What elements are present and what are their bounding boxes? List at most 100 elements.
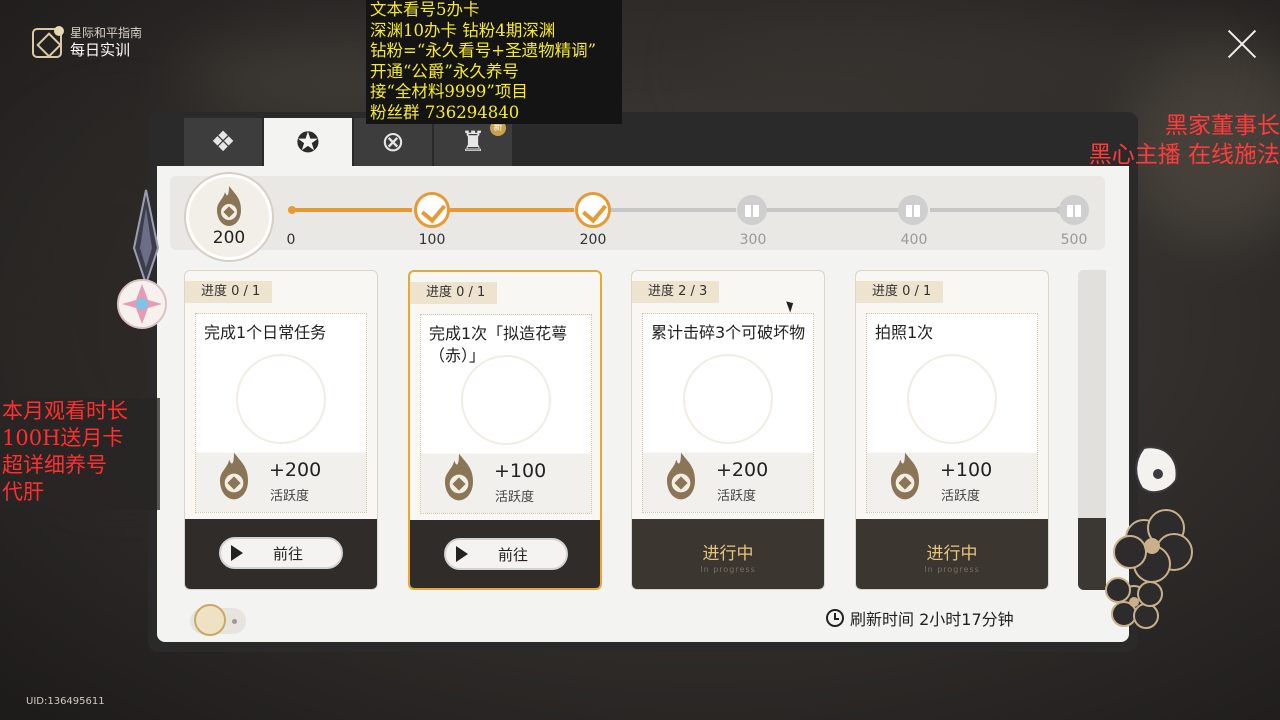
partial-card-footer — [1078, 518, 1106, 590]
go-button[interactable]: 前往 — [219, 537, 343, 569]
milestone-100-claimed-check-icon[interactable] — [414, 192, 450, 228]
progress-segment — [930, 208, 1060, 212]
task-reward-value: +100 — [940, 459, 993, 481]
stream-overlay-title: 黑家董事长 黑心主播 在线施法 — [1060, 112, 1280, 170]
go-button-label: 前往 — [272, 544, 303, 563]
player-uid: UID:136495611 — [26, 696, 105, 707]
task-card-footer: 进行中 In progress — [632, 519, 824, 589]
task-progress: 进度 0 / 1 — [410, 282, 498, 304]
partial-card-body — [1078, 270, 1106, 518]
tab-daily-training[interactable]: ❖ — [184, 118, 262, 166]
close-button[interactable] — [1226, 28, 1258, 60]
task-card[interactable]: 进度 0 / 1 完成1个日常任务 +200 活跃度 前往 — [184, 270, 378, 590]
overlay-line: 黑家董事长 — [1165, 113, 1280, 139]
task-card-partial[interactable] — [1078, 270, 1106, 590]
task-card[interactable]: 进度 2 / 3 累计击碎3个可破坏物 +200 活跃度 进行中 In prog… — [631, 270, 825, 590]
task-progress: 进度 0 / 1 — [185, 281, 273, 303]
compass-badge-icon — [194, 604, 226, 636]
task-progress: 进度 2 / 3 — [632, 281, 720, 303]
go-button-label: 前往 — [497, 545, 528, 564]
task-title: 拍照1次 — [875, 323, 934, 342]
arrow-right-icon — [456, 546, 468, 562]
overlay-line: 本月观看时长 — [2, 399, 128, 423]
task-reward-label: 活跃度 — [941, 489, 981, 504]
page-header: 星际和平指南 每日实训 — [32, 25, 143, 60]
page-title: 每日实训 — [70, 41, 131, 59]
activity-flame-icon — [445, 453, 473, 501]
task-reward-value: +200 — [269, 459, 322, 481]
milestone-500-gift-icon[interactable] — [1059, 195, 1089, 225]
activity-tab-icon: ✪ — [296, 125, 320, 159]
arrow-right-icon — [231, 545, 243, 561]
emblem-watermark-icon — [461, 355, 551, 445]
crystal-ornament-icon — [117, 189, 167, 329]
go-button[interactable]: 前往 — [444, 538, 568, 570]
overlay-line: 黑心主播 在线施法 — [1088, 142, 1280, 168]
milestone-label: 100 — [418, 232, 446, 248]
tab-strength[interactable]: ♜ 新 — [434, 118, 512, 166]
header-subtitle: 星际和平指南 — [70, 26, 143, 40]
guide-book-icon — [32, 25, 64, 58]
tab-bar: ❖ ✪ ⊗ ♜ 新 — [184, 118, 512, 167]
progress-segment — [448, 208, 574, 212]
overlay-line: 深渊10办卡 钻粉4期深渊 — [370, 20, 556, 40]
activity-flame-icon — [217, 186, 241, 226]
overlay-line: 接“全材料9999”项目 — [370, 82, 528, 102]
task-card[interactable]: 进度 0 / 1 拍照1次 +100 活跃度 进行中 In progress — [855, 270, 1049, 590]
task-reward-label: 活跃度 — [717, 489, 757, 504]
activity-flame-icon — [220, 452, 248, 500]
overlay-line: 钻粉=“永久看号+圣遗物精调” — [370, 41, 597, 61]
task-card-selected[interactable]: 进度 0 / 1 完成1次「拟造花萼（赤）」 +100 活跃度 前往 — [408, 270, 602, 590]
overlay-line: 100H送月卡 — [2, 426, 124, 450]
milestone-label: 400 — [900, 232, 928, 248]
strength-tab-icon: ♜ — [460, 125, 486, 158]
current-activity-points: 200 — [212, 228, 246, 248]
task-title: 完成1个日常任务 — [204, 323, 327, 342]
stream-overlay-ad: 文本看号5办卡 深渊10办卡 钻粉4期深渊 钻粉=“永久看号+圣遗物精调” 开通… — [366, 0, 622, 124]
milestone-200-claimed-check-icon[interactable] — [575, 192, 611, 228]
emblem-watermark-icon — [907, 354, 997, 444]
task-card-footer: 前往 — [410, 520, 600, 588]
tab-ability[interactable]: ⊗ — [354, 118, 432, 166]
clock-icon — [826, 609, 844, 627]
milestone-400-gift-icon[interactable] — [898, 195, 928, 225]
overlay-line: 超详细养号 — [2, 453, 107, 477]
in-progress-label: 进行中 — [926, 544, 978, 564]
task-progress: 进度 0 / 1 — [856, 281, 944, 303]
progress-segment — [294, 208, 412, 212]
task-reward-label: 活跃度 — [495, 490, 535, 505]
milestone-300-gift-icon[interactable] — [737, 195, 767, 225]
milestone-label: 500 — [1060, 232, 1088, 248]
in-progress-label: 进行中 — [702, 544, 754, 564]
stream-overlay-promo: 本月观看时长 100H送月卡 超详细养号 代肝 — [0, 398, 160, 510]
pill-dot — [232, 619, 237, 624]
emblem-watermark-icon — [236, 354, 326, 444]
task-title: 完成1次「拟造花萼（赤）」 — [429, 324, 568, 365]
overlay-line: 代肝 — [2, 480, 44, 504]
milestone-label: 300 — [739, 232, 767, 248]
task-reward-value: +200 — [716, 459, 769, 481]
task-card-footer: 前往 — [185, 519, 377, 589]
overlay-line: 开通“公爵”永久养号 — [370, 61, 519, 81]
activity-flame-icon — [891, 452, 919, 500]
refresh-timer: 刷新时间 2小时17分钟 — [826, 606, 1014, 630]
milestone-label: 0 — [286, 232, 296, 248]
overlay-line: 粉丝群 736294840 — [370, 102, 520, 122]
emblem-watermark-icon — [683, 354, 773, 444]
task-reward-value: +100 — [494, 460, 547, 482]
activity-flame-icon — [667, 452, 695, 500]
task-card-footer: 进行中 In progress — [856, 519, 1048, 589]
milestone-label: 200 — [579, 232, 607, 248]
refresh-text: 刷新时间 2小时17分钟 — [850, 610, 1014, 629]
overlay-line: 文本看号5办卡 — [370, 0, 480, 19]
flower-ornament-icon — [1105, 446, 1193, 629]
progress-segment — [766, 208, 900, 212]
in-progress-sublabel: In progress — [924, 565, 980, 574]
progress-segment — [610, 208, 736, 212]
task-title: 累计击碎3个可破坏物 — [651, 323, 806, 342]
ability-tab-icon: ⊗ — [381, 125, 405, 158]
tab-activity[interactable]: ✪ — [264, 118, 352, 167]
daily-training-tab-icon: ❖ — [210, 125, 236, 158]
in-progress-sublabel: In progress — [700, 565, 756, 574]
task-reward-label: 活跃度 — [270, 489, 310, 504]
